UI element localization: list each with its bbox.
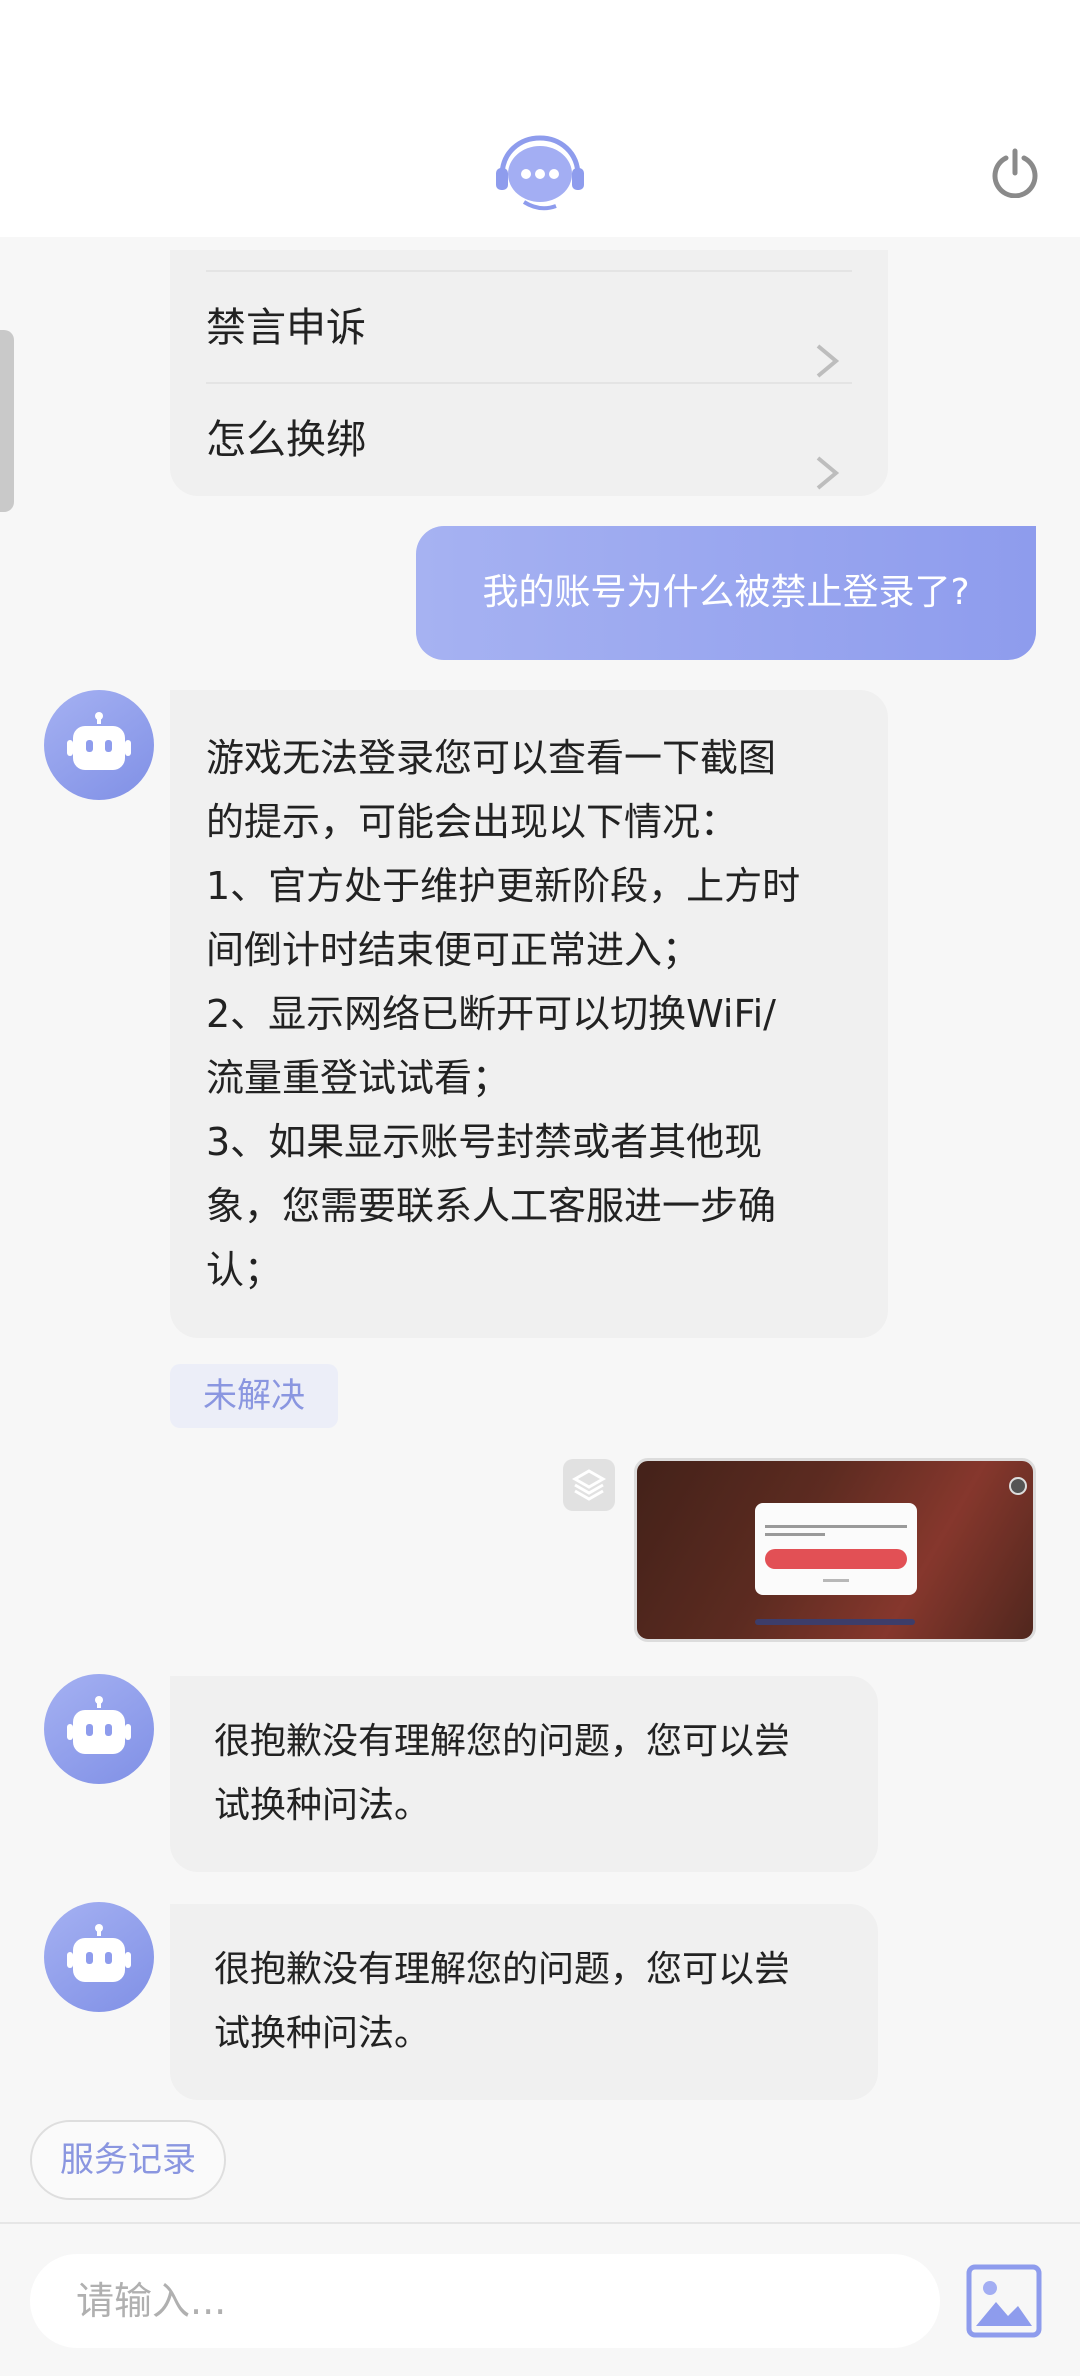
message-line: 很抱歉没有理解您的问题，您可以尝 [214, 1949, 791, 1990]
robot-avatar-icon [44, 1674, 154, 1784]
user-message-bubble: 我的账号为什么被禁止登录了? [416, 526, 1036, 660]
message-line: 试换种问法。 [214, 1785, 431, 1826]
input-bar: 请输入... [0, 2222, 1080, 2376]
robot-avatar-icon [44, 690, 154, 800]
message-input[interactable]: 请输入... [30, 2254, 940, 2348]
faq-item-label: 禁言申诉 [206, 305, 366, 351]
message-line: 间倒计时结束便可正常进入； [206, 928, 701, 972]
layers-icon[interactable] [563, 1459, 615, 1511]
robot-avatar-icon [44, 1902, 154, 2012]
service-records-button[interactable]: 服务记录 [30, 2120, 226, 2200]
message-line: 很抱歉没有理解您的问题，您可以尝 [214, 1721, 791, 1762]
message-line: 认； [206, 1248, 283, 1292]
faq-item-rebind[interactable]: 怎么换绑 [206, 382, 852, 494]
customer-service-logo-icon [494, 132, 586, 216]
message-line: 3、如果显示账号封禁或者其他现 [206, 1120, 763, 1164]
message-line: 1、官方处于维护更新阶段，上方时 [206, 864, 801, 908]
header [0, 0, 1080, 237]
chevron-right-icon [812, 422, 842, 490]
bot-message-bubble: 游戏无法登录您可以查看一下截图 的提示，可能会出现以下情况： 1、官方处于维护更… [170, 690, 888, 1338]
message-line: 2、显示网络已断开可以切换WiFi/ [206, 992, 776, 1036]
close-icon [1009, 1477, 1027, 1495]
power-icon[interactable] [990, 148, 1040, 199]
bot-message-bubble: 很抱歉没有理解您的问题，您可以尝 试换种问法。 [170, 1676, 878, 1872]
chevron-right-icon [812, 310, 842, 378]
faq-card: 禁言申诉 怎么换绑 [170, 250, 888, 496]
bot-message-bubble: 很抱歉没有理解您的问题，您可以尝 试换种问法。 [170, 1904, 878, 2100]
message-line: 象，您需要联系人工客服进一步确 [206, 1184, 777, 1228]
message-line: 的提示，可能会出现以下情况： [206, 800, 739, 844]
message-line: 游戏无法登录您可以查看一下截图 [206, 736, 777, 780]
unsolved-button[interactable]: 未解决 [170, 1364, 338, 1428]
side-handle[interactable] [0, 330, 14, 512]
sent-screenshot-image[interactable] [634, 1458, 1036, 1642]
faq-item-ban-appeal[interactable]: 禁言申诉 [206, 270, 852, 382]
message-line: 流量重登试试看； [206, 1056, 511, 1100]
message-line: 试换种问法。 [214, 2013, 431, 2054]
image-upload-icon[interactable] [966, 2264, 1042, 2338]
faq-item-label: 怎么换绑 [206, 417, 366, 463]
